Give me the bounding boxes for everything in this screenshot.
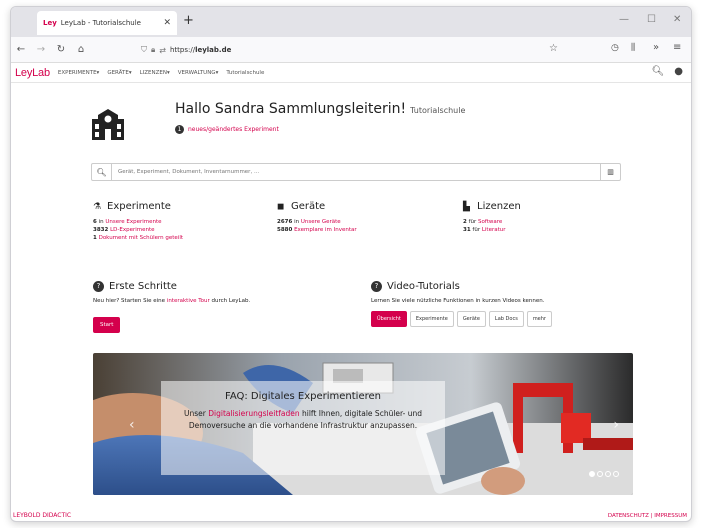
tab-uebersicht[interactable]: Übersicht (371, 311, 407, 327)
global-search: 🔍︎ ▥ (91, 163, 621, 181)
browser-navbar: ← → ↻ ⌂ ⛉ 🔒︎ ⇄ https://leylab.de ☆ ◷ ⫼ »… (11, 37, 691, 63)
app-navbar: LeyLab EXPERIMENTE▾ GERÄTE▾ LIZENZEN▾ VE… (11, 63, 691, 83)
close-tab-icon[interactable]: ✕ (163, 18, 171, 28)
new-tab-icon[interactable]: + (183, 13, 194, 28)
link-literatur[interactable]: Literatur (482, 227, 506, 233)
link-unsere-geraete[interactable]: Unsere Geräte (301, 219, 341, 225)
overflow-chevron-icon[interactable]: » (653, 42, 659, 53)
erste-schritte-text: Neu hier? Starten Sie eine interaktive T… (93, 298, 251, 304)
reload-icon[interactable]: ↻ (51, 44, 71, 55)
geraete-title: Geräte (291, 201, 326, 212)
carousel[interactable]: ‹ › FAQ: Digitales Experimentieren Unser… (93, 353, 633, 495)
document-icon: ▙ (463, 201, 470, 212)
carousel-dot-3[interactable] (605, 471, 611, 477)
start-button[interactable]: Start (93, 317, 121, 333)
permissions-icon[interactable]: ⇄ (159, 46, 166, 55)
search-input[interactable] (112, 169, 600, 175)
search-icon[interactable]: 🔍︎ (652, 66, 665, 77)
erste-schritte-title: Erste Schritte (109, 281, 177, 292)
footer-links[interactable]: DATENSCHUTZ | IMPRESSUM (608, 513, 687, 519)
bookmark-star-icon[interactable]: ☆ (549, 43, 558, 54)
greeting-text: Hallo Sandra Sammlungsleiterin! (175, 101, 407, 117)
geraete-panel: ◼ Geräte 2676 in Unsere Geräte 5880 Exemp… (277, 201, 357, 233)
hero: Hallo Sandra Sammlungsleiterin! Tutorials… (91, 99, 611, 149)
link-unsere-experimente[interactable]: Unsere Experimente (105, 219, 161, 225)
menu-verwaltung[interactable]: VERWALTUNG▾ (178, 70, 219, 76)
menu-lizenzen[interactable]: LIZENZEN▾ (140, 70, 170, 76)
tab-geraete[interactable]: Geräte (456, 311, 486, 327)
window-close-icon[interactable]: ✕ (673, 14, 681, 25)
link-digitalisierungsleitfaden[interactable]: Digitalisierungsleitfaden (208, 409, 299, 418)
menu-experimente[interactable]: EXPERIMENTE▾ (58, 70, 99, 76)
back-icon[interactable]: ← (11, 44, 31, 55)
url-bar[interactable]: ⛉ 🔒︎ ⇄ https://leylab.de (141, 41, 571, 59)
school-name: Tutorialschule (410, 106, 466, 115)
browser-tab[interactable]: Ley LeyLab - Tutorialschule ✕ (37, 11, 177, 35)
forward-icon[interactable]: → (31, 44, 51, 55)
carousel-title: FAQ: Digitales Experimentieren (225, 391, 381, 402)
tab-strip: Ley LeyLab - Tutorialschule ✕ + — ☐ ✕ (11, 7, 691, 37)
lock-icon[interactable]: 🔒︎ (151, 45, 155, 55)
news-count-badge: 1 (175, 125, 184, 134)
news-link[interactable]: neues/geändertes Experiment (188, 126, 279, 133)
lizenzen-title: Lizenzen (477, 201, 521, 212)
menu-tutorialschule[interactable]: Tutorialschule (226, 70, 264, 76)
menu-hamburger-icon[interactable]: ≡ (673, 42, 681, 53)
link-geteilte-dokumente[interactable]: Dokument mit Schülern geteilt (99, 235, 183, 241)
link-ld-experimente[interactable]: LD-Experimente (110, 227, 154, 233)
carousel-prev-icon[interactable]: ‹ (129, 417, 135, 433)
page-title: Hallo Sandra Sammlungsleiterin! Tutorials… (175, 101, 465, 117)
footer-brand: LEYBOLD DIDACTIC (13, 512, 72, 519)
home-icon[interactable]: ⌂ (71, 44, 91, 55)
school-building-icon (92, 109, 124, 140)
carousel-dot-1[interactable] (589, 471, 595, 477)
device-icon: ◼ (277, 201, 285, 212)
tab-title: LeyLab - Tutorialschule (60, 19, 141, 27)
video-tutorials-section: ? Video-Tutorials Lernen Sie viele nützli… (371, 281, 621, 327)
minimize-icon[interactable]: — (619, 14, 629, 25)
lizenzen-panel: ▙ Lizenzen 2 für Software 31 für Literatu… (463, 201, 521, 233)
search-icon[interactable]: 🔍︎ (92, 164, 112, 180)
maximize-icon[interactable]: ☐ (647, 14, 656, 25)
tab-mehr[interactable]: mehr (526, 311, 552, 327)
help-circle-icon: ? (93, 281, 104, 292)
link-interaktive-tour[interactable]: interaktive Tour (167, 298, 210, 304)
shield-icon[interactable]: ⛉ (141, 45, 147, 55)
leylab-favicon-icon: Ley (43, 19, 57, 27)
video-tabs: Übersicht Experimente Geräte Lab Docs me… (371, 311, 621, 327)
flask-icon: ⚗ (93, 201, 102, 212)
user-account-icon[interactable]: ● (674, 66, 683, 77)
experimente-panel: ⚗ Experimente 6 in Unsere Experimente 383… (93, 201, 184, 241)
menu-geraete[interactable]: GERÄTE▾ (107, 70, 131, 76)
carousel-next-icon[interactable]: › (613, 417, 619, 433)
link-inventar[interactable]: Exemplare im Inventar (294, 227, 357, 233)
tab-lab-docs[interactable]: Lab Docs (488, 311, 524, 327)
library-icon[interactable]: ⫼ (631, 43, 635, 53)
news-notice[interactable]: 1 neues/geändertes Experiment (175, 125, 279, 134)
carousel-dot-2[interactable] (597, 471, 603, 477)
browser-window: Ley LeyLab - Tutorialschule ✕ + — ☐ ✕ ← … (10, 6, 692, 522)
link-software[interactable]: Software (478, 219, 502, 225)
experimente-title: Experimente (107, 201, 171, 212)
leylab-logo[interactable]: LeyLab (15, 67, 50, 79)
video-tutorials-title: Video-Tutorials (387, 281, 460, 292)
barcode-icon[interactable]: ▥ (600, 164, 620, 180)
tab-experimente[interactable]: Experimente (409, 311, 454, 327)
carousel-indicators (589, 471, 619, 477)
carousel-text: Unser Digitalisierungsleitfaden hilft Ih… (184, 409, 422, 430)
url-text: https://leylab.de (169, 46, 232, 54)
carousel-dot-4[interactable] (613, 471, 619, 477)
history-icon[interactable]: ◷ (611, 43, 619, 53)
video-tutorials-text: Lernen Sie viele nützliche Funktionen in… (371, 298, 545, 304)
erste-schritte-section: ? Erste Schritte Neu hier? Starten Sie ei… (93, 281, 343, 333)
carousel-caption: FAQ: Digitales Experimentieren Unser Dig… (161, 381, 445, 475)
help-circle-icon: ? (371, 281, 382, 292)
